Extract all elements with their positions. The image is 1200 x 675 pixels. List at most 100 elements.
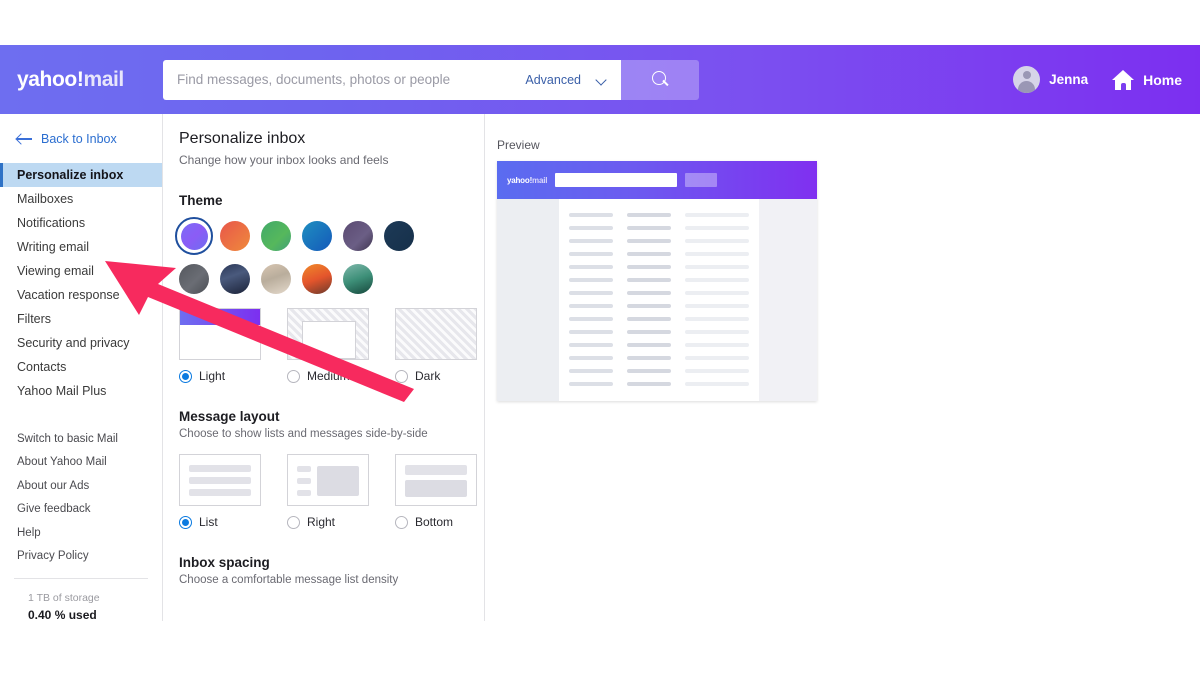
density-radio-medium[interactable]: Medium xyxy=(287,369,369,383)
sidebar-link-label: Help xyxy=(17,526,41,539)
preview-skeleton-line xyxy=(627,239,671,243)
logo-mail-text: mail xyxy=(83,67,124,91)
density-label-dark: Dark xyxy=(415,369,441,383)
search-button[interactable] xyxy=(621,59,699,100)
sidebar-item-writing-email[interactable]: Writing email xyxy=(0,235,162,259)
sidebar-item-security-and-privacy[interactable]: Security and privacy xyxy=(0,331,162,355)
density-option-dark[interactable]: Dark xyxy=(395,308,477,383)
theme-swatch-purple[interactable] xyxy=(175,217,213,255)
preview-skeleton-row xyxy=(569,382,749,386)
layout-radio-right[interactable]: Right xyxy=(287,515,369,529)
sidebar-item-vacation-response[interactable]: Vacation response xyxy=(0,283,162,307)
density-option-medium[interactable]: Medium xyxy=(287,308,369,383)
sidebar-link-help[interactable]: Help xyxy=(0,521,162,545)
sidebar-item-label: Viewing email xyxy=(17,264,94,278)
sidebar-link-give-feedback[interactable]: Give feedback xyxy=(0,498,162,522)
preview-skeleton-line xyxy=(627,369,671,373)
preview-search-bar xyxy=(555,173,678,187)
density-radio-light[interactable]: Light xyxy=(179,369,261,383)
radio-medium[interactable] xyxy=(287,369,300,383)
sidebar-link-about-our-ads[interactable]: About our Ads xyxy=(0,474,162,498)
layout-label-bottom: Bottom xyxy=(415,515,454,529)
preview-skeleton-line xyxy=(685,343,749,347)
sidebar-item-viewing-email[interactable]: Viewing email xyxy=(0,259,162,283)
sidebar-item-label: Writing email xyxy=(17,240,90,254)
sidebar-item-contacts[interactable]: Contacts xyxy=(0,355,162,379)
sidebar-item-filters[interactable]: Filters xyxy=(0,307,162,331)
preview-skeleton-line xyxy=(685,226,749,230)
page-subtitle: Change how your inbox looks and feels xyxy=(179,153,389,167)
radio-right[interactable] xyxy=(287,515,300,529)
preview-skeleton-line xyxy=(627,291,671,295)
back-to-inbox-link[interactable]: Back to Inbox xyxy=(0,129,162,146)
theme-swatch-photo-sand[interactable] xyxy=(261,264,291,294)
preview-skeleton-line xyxy=(569,330,613,334)
theme-swatch-row-gradients xyxy=(175,217,484,255)
sidebar-link-switch-to-basic-mail[interactable]: Switch to basic Mail xyxy=(0,427,162,451)
theme-swatch-navy[interactable] xyxy=(384,221,414,251)
advanced-search-label[interactable]: Advanced xyxy=(525,73,587,87)
sidebar-item-personalize-inbox[interactable]: Personalize inbox xyxy=(0,163,162,187)
preview-header-bar xyxy=(180,309,260,325)
radio-light[interactable] xyxy=(179,369,192,383)
inbox-spacing-title: Inbox spacing xyxy=(179,555,270,570)
theme-swatch-plum[interactable] xyxy=(343,221,373,251)
radio-list[interactable] xyxy=(179,515,192,529)
theme-swatch-photo-gray[interactable] xyxy=(179,264,209,294)
preview-skeleton-line xyxy=(627,343,671,347)
preview-skeleton-line xyxy=(685,304,749,308)
layout-preview-bottom[interactable] xyxy=(395,454,477,506)
preview-skeleton-line xyxy=(569,239,613,243)
density-preview-medium[interactable] xyxy=(287,308,369,360)
density-label-medium: Medium xyxy=(307,369,350,383)
chevron-down-icon[interactable] xyxy=(595,73,609,87)
preview-skeleton-line xyxy=(569,382,613,386)
search-input[interactable]: Find messages, documents, photos or peop… xyxy=(163,59,621,100)
yahoo-mail-logo[interactable]: yahoo!mail xyxy=(0,68,163,92)
layout-option-right[interactable]: Right xyxy=(287,454,369,529)
density-option-light[interactable]: Light xyxy=(179,308,261,383)
density-radio-dark[interactable]: Dark xyxy=(395,369,477,383)
user-menu[interactable]: Jenna xyxy=(1013,66,1088,93)
density-preview-light[interactable] xyxy=(179,308,261,360)
settings-nav: Personalize inbox Mailboxes Notification… xyxy=(0,163,162,403)
theme-swatch-sunset[interactable] xyxy=(220,221,250,251)
theme-swatch-photo-night[interactable] xyxy=(220,264,250,294)
preview-skeleton-line xyxy=(569,317,613,321)
preview-skeleton-line xyxy=(627,226,671,230)
radio-dark[interactable] xyxy=(395,369,408,383)
layout-label-right: Right xyxy=(307,515,336,529)
density-preview-dark[interactable] xyxy=(395,308,477,360)
preview-skeleton-line xyxy=(685,291,749,295)
sidebar-item-label: Notifications xyxy=(17,216,86,230)
preview-skeleton-line xyxy=(685,382,749,386)
theme-density-options: Light Medium Dark xyxy=(179,308,484,383)
theme-swatch-teal[interactable] xyxy=(302,221,332,251)
body-area: Back to Inbox Personalize inbox Mailboxe… xyxy=(0,114,1200,622)
sidebar-link-about-yahoo-mail[interactable]: About Yahoo Mail xyxy=(0,451,162,475)
theme-swatch-photo-forest[interactable] xyxy=(343,264,373,294)
theme-swatch-photo-sunset[interactable] xyxy=(302,264,332,294)
preview-mini-body xyxy=(497,199,817,401)
sidebar-link-privacy-policy[interactable]: Privacy Policy xyxy=(0,545,162,569)
layout-preview-right[interactable] xyxy=(287,454,369,506)
layout-radio-bottom[interactable]: Bottom xyxy=(395,515,477,529)
theme-swatch-row-photos xyxy=(179,264,484,294)
preview-skeleton-row xyxy=(569,356,749,360)
layout-radio-list[interactable]: List xyxy=(179,515,261,529)
home-link[interactable]: Home xyxy=(1112,69,1182,90)
theme-swatch-green[interactable] xyxy=(261,221,291,251)
sidebar-item-notifications[interactable]: Notifications xyxy=(0,211,162,235)
radio-bottom[interactable] xyxy=(395,515,408,529)
layout-option-bottom[interactable]: Bottom xyxy=(395,454,477,529)
sidebar-item-label: Yahoo Mail Plus xyxy=(17,384,107,398)
storage-used-label: 0.40 % used xyxy=(28,608,97,622)
settings-secondary-nav: Switch to basic Mail About Yahoo Mail Ab… xyxy=(0,427,162,568)
sidebar-item-mailboxes[interactable]: Mailboxes xyxy=(0,187,162,211)
preview-inner-box xyxy=(302,321,356,359)
layout-preview-list[interactable] xyxy=(179,454,261,506)
preview-skeleton-line xyxy=(627,382,671,386)
layout-option-list[interactable]: List xyxy=(179,454,261,529)
sidebar-item-yahoo-mail-plus[interactable]: Yahoo Mail Plus xyxy=(0,379,162,403)
preview-skeleton-line xyxy=(627,304,671,308)
